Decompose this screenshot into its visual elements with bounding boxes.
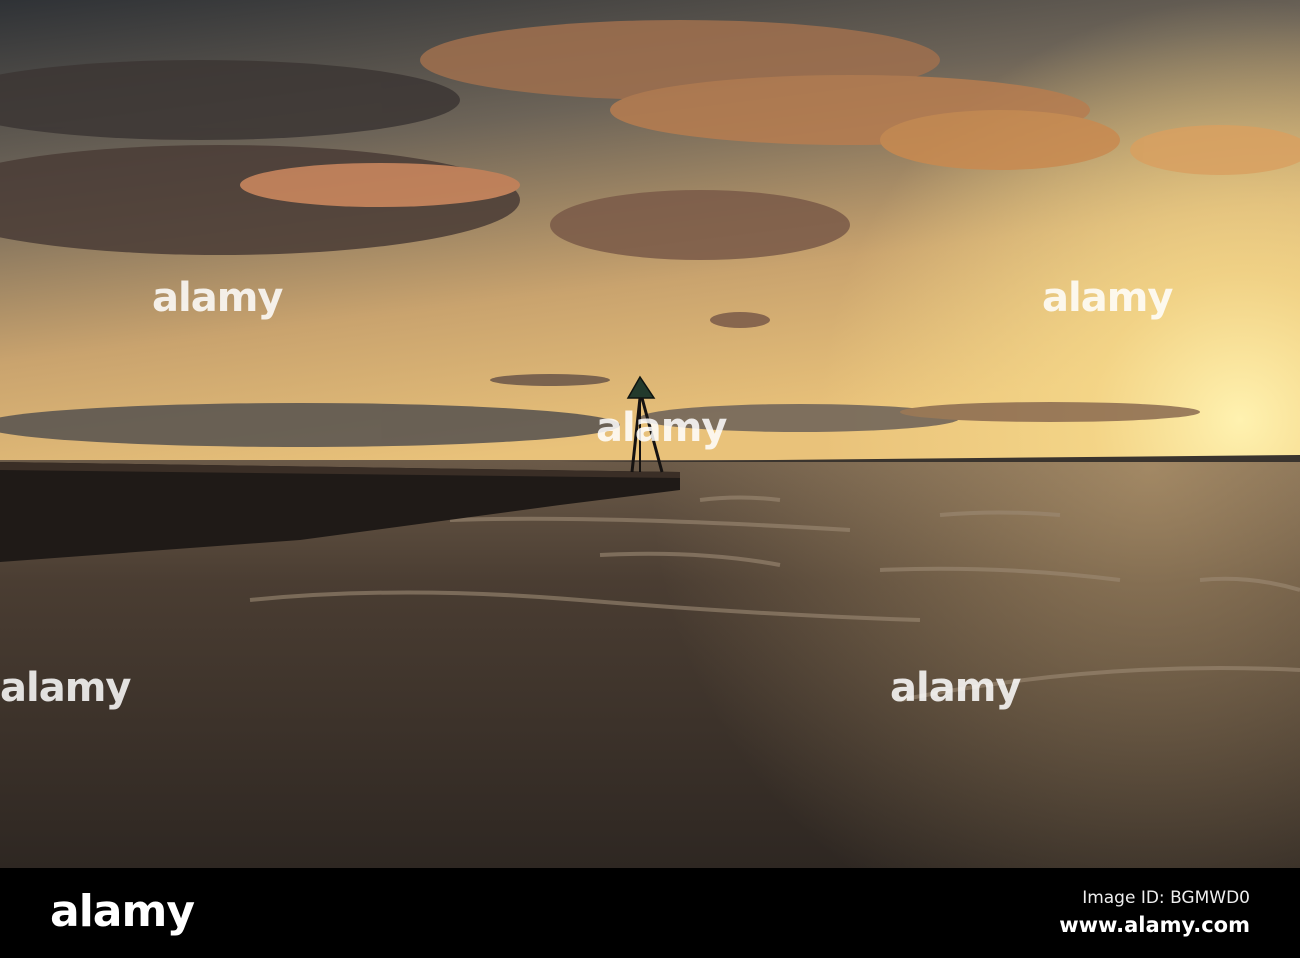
watermark: alamy	[890, 665, 1021, 711]
footer-bar: alamy Image ID: BGMWD0 www.alamy.com	[0, 868, 1300, 958]
stock-photo-page: alamy alamy alamy alamy alamy alamy Imag…	[0, 0, 1300, 958]
watermark: alamy	[1042, 275, 1173, 321]
image-id: Image ID: BGMWD0	[1082, 888, 1250, 908]
watermark: alamy	[0, 665, 131, 711]
watermark: alamy	[152, 275, 283, 321]
site-url-link[interactable]: www.alamy.com	[1059, 913, 1250, 937]
watermark: alamy	[596, 405, 727, 451]
alamy-logo[interactable]: alamy	[50, 886, 195, 937]
